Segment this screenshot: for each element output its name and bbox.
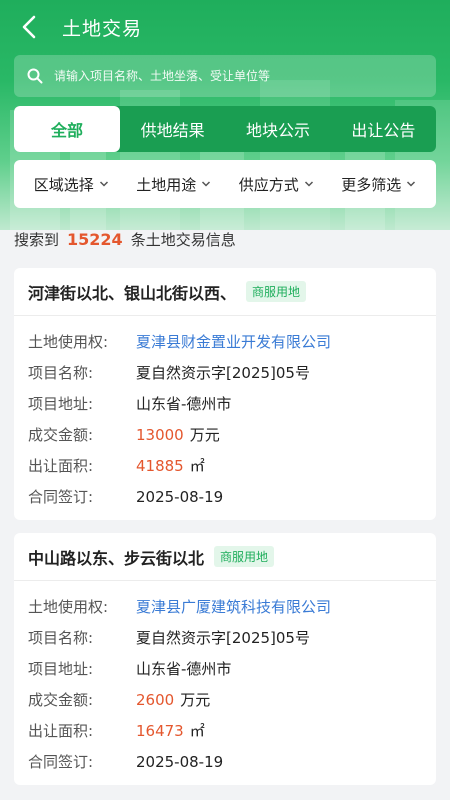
search-input[interactable] bbox=[54, 69, 436, 83]
filter-bar: 区域选择 土地用途 供应方式 更多筛选 bbox=[14, 160, 436, 208]
amount-unit: 万元 bbox=[180, 691, 211, 709]
contract-label: 合同签订: bbox=[28, 488, 94, 506]
chevron-down-icon bbox=[99, 181, 108, 187]
detail-row: 成交金额: 2600 万元 bbox=[28, 684, 422, 715]
area-value: 41885 bbox=[136, 456, 184, 475]
search-bar[interactable] bbox=[14, 55, 436, 97]
address-label: 项目地址: bbox=[28, 395, 94, 413]
result-count: 15224 bbox=[67, 230, 123, 249]
back-button[interactable] bbox=[12, 10, 46, 44]
address-value: 山东省-德州市 bbox=[136, 395, 232, 413]
project-name-label: 项目名称: bbox=[28, 629, 94, 647]
chevron-down-icon bbox=[407, 181, 416, 187]
area-value: 16473 bbox=[136, 721, 184, 740]
contract-date: 2025-08-19 bbox=[136, 487, 224, 506]
land-use-tag: 商服用地 bbox=[214, 546, 275, 567]
filter-land-use[interactable]: 土地用途 bbox=[123, 174, 226, 195]
record-title: 河津街以北、银山北街以西、 bbox=[28, 283, 237, 303]
filter-label: 供应方式 bbox=[238, 175, 299, 194]
filter-label: 更多筛选 bbox=[341, 175, 402, 194]
tab-all[interactable]: 全部 bbox=[14, 106, 120, 152]
filter-label: 区域选择 bbox=[33, 175, 94, 194]
filter-more[interactable]: 更多筛选 bbox=[328, 174, 431, 195]
project-name-value: 夏自然资示字[2025]05号 bbox=[136, 629, 310, 647]
chevron-down-icon bbox=[202, 181, 211, 187]
land-use-tag: 商服用地 bbox=[246, 281, 307, 302]
user-link[interactable]: 夏津县财金置业开发有限公司 bbox=[136, 331, 331, 352]
card-header: 河津街以北、银山北街以西、 商服用地 bbox=[14, 268, 436, 316]
tab-parcel-notice[interactable]: 地块公示 bbox=[225, 106, 330, 152]
land-record-card[interactable]: 河津街以北、银山北街以西、 商服用地 土地使用权: 夏津县财金置业开发有限公司 … bbox=[14, 268, 436, 520]
record-details: 土地使用权: 夏津县财金置业开发有限公司 项目名称: 夏自然资示字[2025]0… bbox=[14, 316, 436, 512]
detail-row: 合同签订: 2025-08-19 bbox=[28, 481, 422, 512]
back-arrow-icon bbox=[22, 15, 36, 39]
land-record-card[interactable]: 中山路以东、步云街以北 商服用地 土地使用权: 夏津县广厦建筑科技有限公司 项目… bbox=[14, 533, 436, 785]
amount-label: 成交金额: bbox=[28, 426, 94, 444]
user-label: 土地使用权: bbox=[28, 333, 109, 351]
area-label: 出让面积: bbox=[28, 457, 94, 475]
detail-row: 成交金额: 13000 万元 bbox=[28, 419, 422, 450]
tab-transfer-announcement[interactable]: 出让公告 bbox=[331, 106, 436, 152]
chevron-down-icon bbox=[304, 181, 313, 187]
record-title: 中山路以东、步云街以北 bbox=[28, 548, 205, 568]
project-name-label: 项目名称: bbox=[28, 364, 94, 382]
detail-row: 项目地址: 山东省-德州市 bbox=[28, 653, 422, 684]
contract-label: 合同签订: bbox=[28, 753, 94, 771]
user-link[interactable]: 夏津县广厦建筑科技有限公司 bbox=[136, 596, 331, 617]
detail-row: 项目名称: 夏自然资示字[2025]05号 bbox=[28, 357, 422, 388]
area-unit: ㎡ bbox=[189, 722, 205, 740]
filter-region[interactable]: 区域选择 bbox=[20, 174, 123, 195]
contract-date: 2025-08-19 bbox=[136, 752, 224, 771]
filter-supply-method[interactable]: 供应方式 bbox=[225, 174, 328, 195]
summary-prefix: 搜索到 bbox=[14, 231, 60, 249]
filter-label: 土地用途 bbox=[136, 175, 197, 194]
card-header: 中山路以东、步云街以北 商服用地 bbox=[14, 533, 436, 581]
amount-label: 成交金额: bbox=[28, 691, 94, 709]
user-label: 土地使用权: bbox=[28, 598, 109, 616]
detail-row: 合同签订: 2025-08-19 bbox=[28, 746, 422, 777]
top-bar: 土地交易 bbox=[0, 0, 450, 54]
detail-row: 出让面积: 16473 ㎡ bbox=[28, 715, 422, 746]
tab-supply-result[interactable]: 供地结果 bbox=[120, 106, 225, 152]
detail-row: 土地使用权: 夏津县财金置业开发有限公司 bbox=[28, 326, 422, 357]
address-value: 山东省-德州市 bbox=[136, 660, 232, 678]
search-icon bbox=[27, 68, 43, 84]
detail-row: 项目名称: 夏自然资示字[2025]05号 bbox=[28, 622, 422, 653]
address-label: 项目地址: bbox=[28, 660, 94, 678]
amount-value: 2600 bbox=[136, 690, 175, 709]
record-details: 土地使用权: 夏津县广厦建筑科技有限公司 项目名称: 夏自然资示字[2025]0… bbox=[14, 581, 436, 777]
detail-row: 项目地址: 山东省-德州市 bbox=[28, 388, 422, 419]
detail-row: 土地使用权: 夏津县广厦建筑科技有限公司 bbox=[28, 591, 422, 622]
area-label: 出让面积: bbox=[28, 722, 94, 740]
page-title: 土地交易 bbox=[62, 18, 143, 40]
amount-value: 13000 bbox=[136, 425, 184, 444]
amount-unit: 万元 bbox=[189, 426, 220, 444]
result-summary: 搜索到 15224 条土地交易信息 bbox=[14, 229, 236, 250]
area-unit: ㎡ bbox=[189, 457, 205, 475]
project-name-value: 夏自然资示字[2025]05号 bbox=[136, 364, 310, 382]
category-tabs: 全部 供地结果 地块公示 出让公告 bbox=[14, 106, 436, 152]
detail-row: 出让面积: 41885 ㎡ bbox=[28, 450, 422, 481]
summary-suffix: 条土地交易信息 bbox=[130, 231, 236, 249]
